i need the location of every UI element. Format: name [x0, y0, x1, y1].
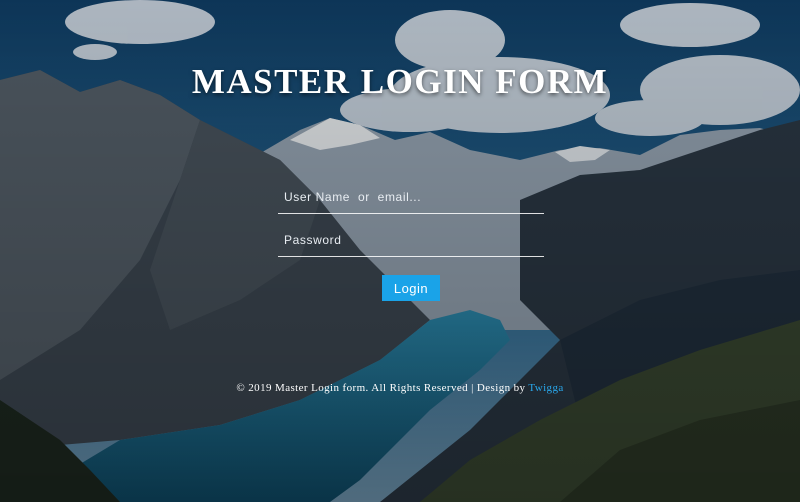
- designer-link[interactable]: Twigga: [528, 382, 563, 394]
- footer-copyright: © 2019 Master Login form. All Rights Res…: [236, 382, 529, 394]
- login-form: [278, 180, 544, 266]
- login-page: MASTER LOGIN FORM Login © 2019 Master Lo…: [0, 0, 800, 502]
- username-field-wrapper: [278, 180, 544, 214]
- password-field-wrapper: [278, 223, 544, 257]
- login-button[interactable]: Login: [382, 275, 440, 301]
- page-title: MASTER LOGIN FORM: [191, 62, 609, 101]
- username-input[interactable]: [278, 180, 544, 213]
- footer: © 2019 Master Login form. All Rights Res…: [0, 382, 800, 394]
- password-input[interactable]: [278, 223, 544, 256]
